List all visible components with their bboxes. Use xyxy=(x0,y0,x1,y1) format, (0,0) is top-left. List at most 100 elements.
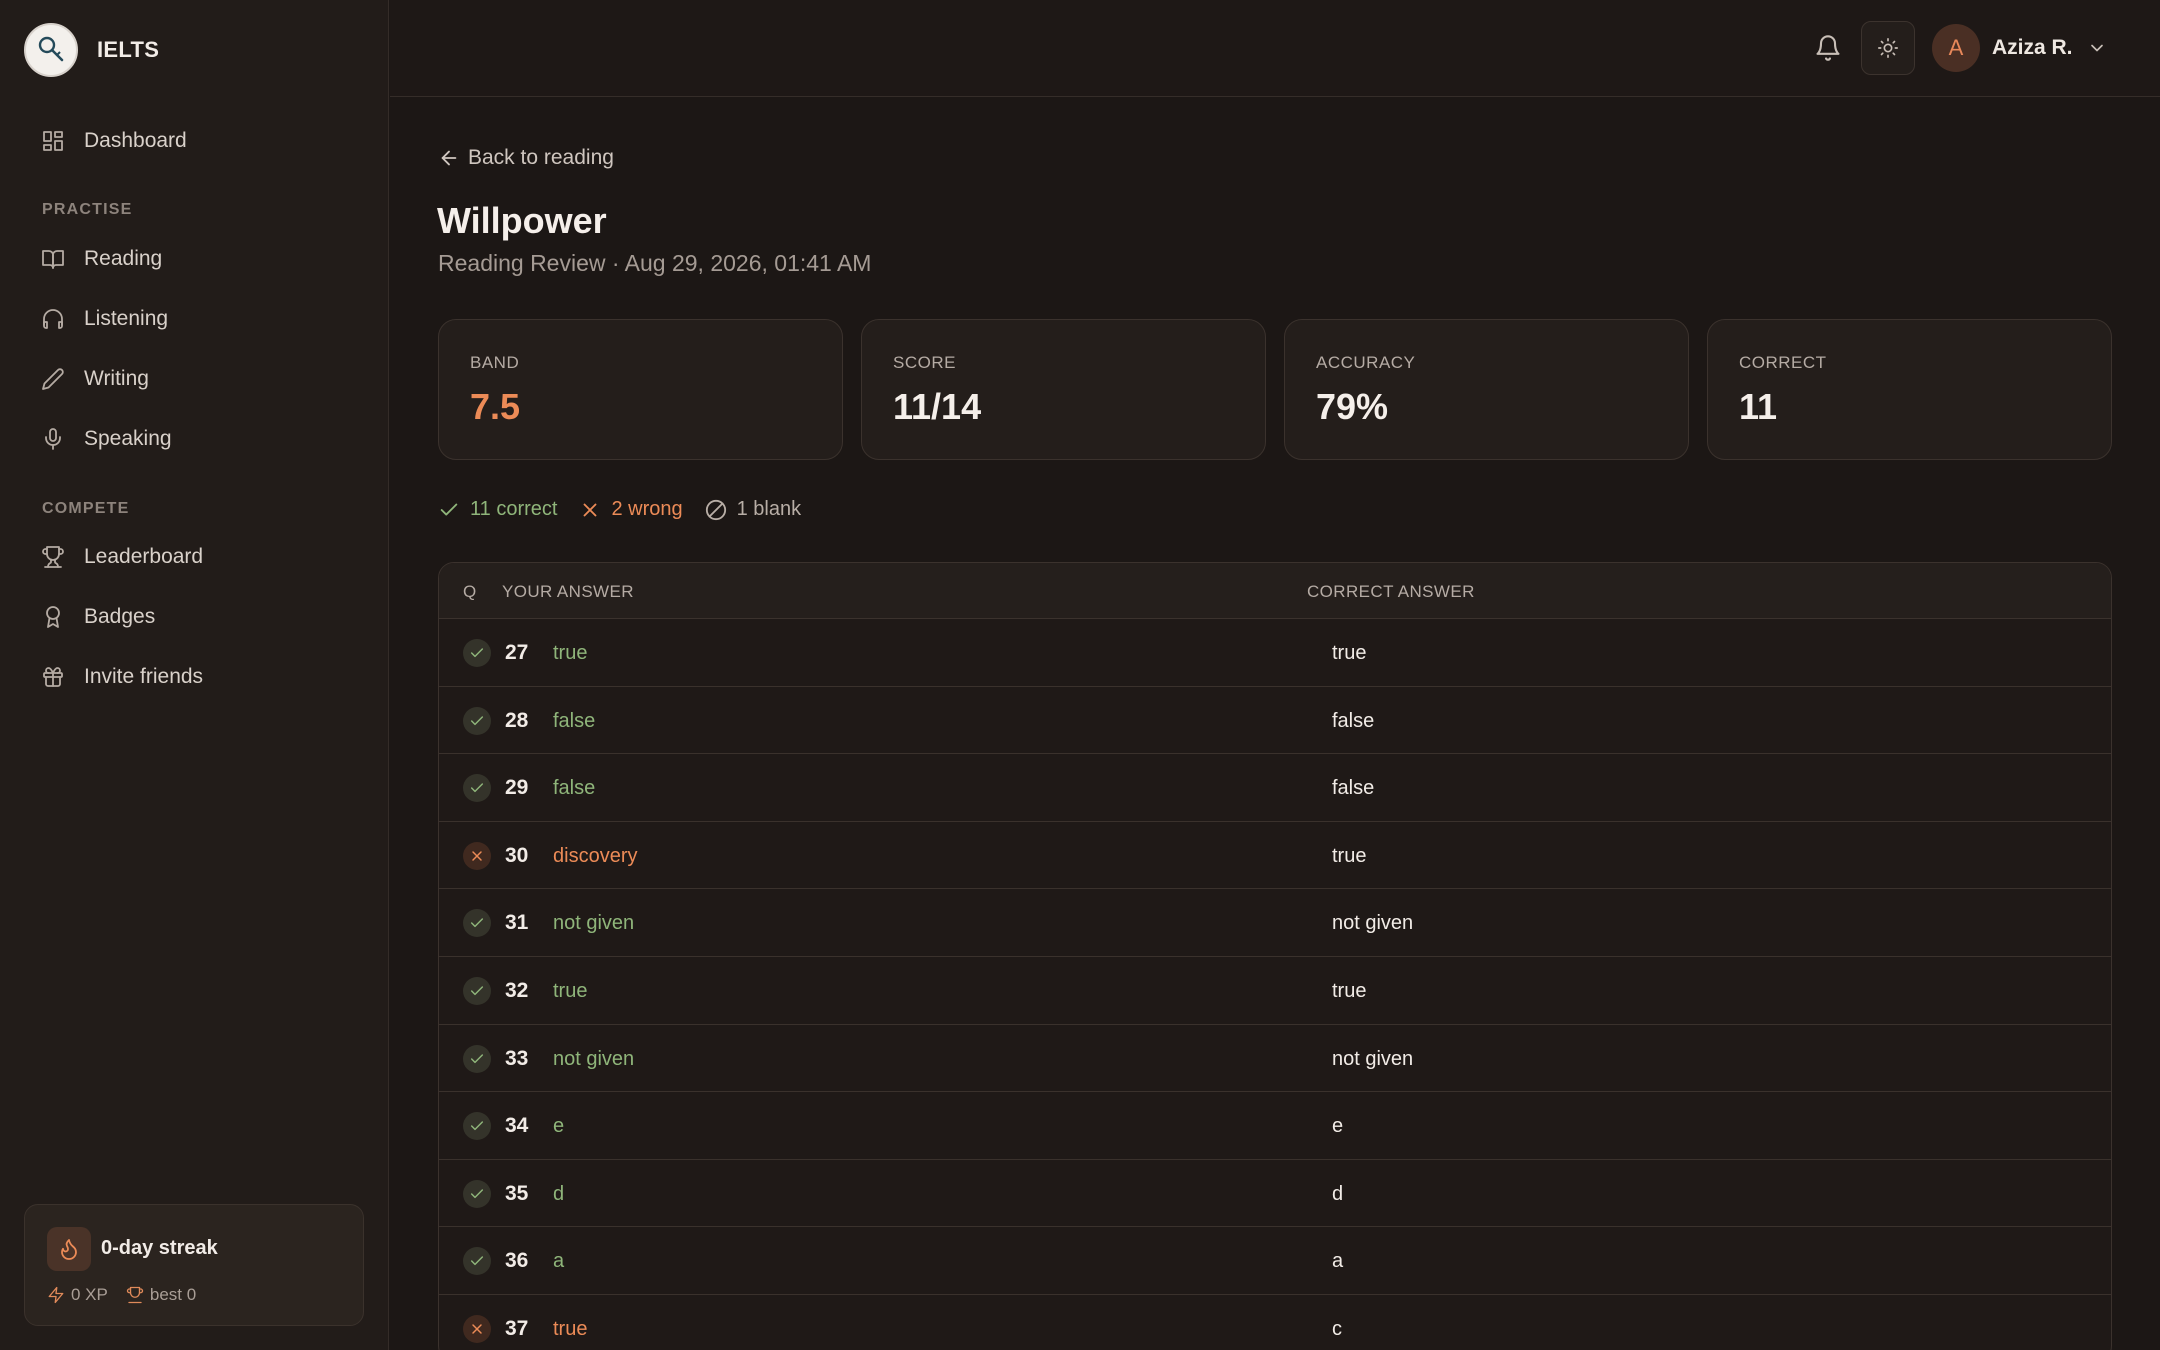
check-icon xyxy=(463,639,491,667)
sidebar-item-writing[interactable]: Writing xyxy=(40,359,149,399)
x-icon xyxy=(584,503,597,516)
streak-card: 0-day streak 0 XP best 0 xyxy=(24,1204,364,1326)
headphones-icon xyxy=(40,306,66,332)
xp-value: 0 XP xyxy=(71,1285,108,1304)
correct-card: CORRECT 11 xyxy=(1707,319,2112,460)
sidebar-item-label: Writing xyxy=(84,367,149,390)
best-stat: best 0 xyxy=(126,1285,196,1305)
question-number: 30 xyxy=(505,843,529,867)
streak-stats: 0 XP best 0 xyxy=(47,1285,214,1305)
award-icon xyxy=(40,604,66,630)
accuracy-label: ACCURACY xyxy=(1316,353,1416,372)
back-link-label: Back to reading xyxy=(468,146,614,169)
microphone-icon xyxy=(40,426,66,452)
table-row: 31 not given not given xyxy=(439,889,2111,957)
blank-count: 1 blank xyxy=(736,498,802,520)
sidebar: IELTS Dashboard PRACTISE Reading Listeni… xyxy=(0,0,389,1350)
trophy-icon xyxy=(126,1286,144,1304)
your-answer: a xyxy=(553,1250,565,1273)
best-value: best 0 xyxy=(149,1285,197,1304)
user-name: Aziza R. xyxy=(1992,36,2073,59)
accuracy-value: 79% xyxy=(1316,386,1389,427)
ban-icon xyxy=(705,499,726,520)
dashboard-icon xyxy=(40,128,66,154)
correct-value: 11 xyxy=(1739,386,1778,427)
x-icon xyxy=(463,841,491,870)
sidebar-item-label: Leaderboard xyxy=(84,545,204,568)
check-icon xyxy=(463,706,491,735)
notifications-bell-icon[interactable] xyxy=(1810,30,1846,66)
sidebar-item-label: Listening xyxy=(84,307,169,330)
check-icon xyxy=(463,1179,491,1208)
sidebar-item-dashboard[interactable]: Dashboard xyxy=(40,121,187,161)
sidebar-item-speaking[interactable]: Speaking xyxy=(40,419,172,459)
flame-icon xyxy=(47,1227,91,1271)
question-number: 28 xyxy=(505,708,529,732)
correct-answer: false xyxy=(1332,777,1375,800)
question-number: 36 xyxy=(505,1249,529,1273)
correct-answer: true xyxy=(1332,844,1367,867)
sidebar-item-reading[interactable]: Reading xyxy=(40,239,162,279)
brand[interactable]: IELTS xyxy=(24,23,159,77)
correct-answer: d xyxy=(1332,1182,1344,1205)
x-icon xyxy=(463,1314,491,1343)
table-row: 32 true true xyxy=(439,957,2111,1025)
correct-summary: 11 correct xyxy=(438,498,557,521)
brand-name: IELTS xyxy=(97,37,160,62)
table-row: 28 false false xyxy=(439,687,2111,755)
correct-answer: true xyxy=(1332,979,1367,1002)
band-value: 7.5 xyxy=(470,386,521,427)
column-header-q: Q xyxy=(463,582,477,601)
xp-stat: 0 XP xyxy=(47,1285,108,1305)
logo-icon xyxy=(24,23,78,77)
table-row: 34 e e xyxy=(439,1092,2111,1160)
correct-answer: a xyxy=(1332,1250,1344,1273)
sidebar-item-label: Speaking xyxy=(84,427,172,450)
trophy-icon xyxy=(40,544,66,570)
question-number: 33 xyxy=(505,1046,529,1070)
score-label: SCORE xyxy=(893,353,956,372)
sun-icon xyxy=(1878,38,1898,58)
correct-label: CORRECT xyxy=(1739,353,1827,372)
back-to-reading-link[interactable]: Back to reading xyxy=(438,146,614,170)
your-answer: e xyxy=(553,1115,565,1138)
chevron-down-icon xyxy=(2087,38,2107,58)
your-answer: true xyxy=(553,1317,588,1340)
sidebar-item-label: Invite friends xyxy=(84,665,204,688)
sidebar-item-label: Dashboard xyxy=(84,129,187,152)
score-card: SCORE 11/14 xyxy=(861,319,1266,460)
band-label: BAND xyxy=(470,353,520,372)
theme-toggle-button[interactable] xyxy=(1861,21,1915,75)
sidebar-item-label: Badges xyxy=(84,605,156,628)
sidebar-item-label: Reading xyxy=(84,247,163,270)
question-number: 31 xyxy=(505,911,529,935)
blank-summary: 1 blank xyxy=(705,498,802,521)
sidebar-item-listening[interactable]: Listening xyxy=(40,299,168,339)
page-subtitle: Reading Review · Aug 29, 2026, 01:41 AM xyxy=(438,250,872,276)
column-header-your-answer: YOUR ANSWER xyxy=(502,582,634,601)
your-answer: discovery xyxy=(553,844,638,867)
sidebar-item-badges[interactable]: Badges xyxy=(40,597,155,637)
check-icon xyxy=(440,503,458,515)
your-answer: not given xyxy=(553,1047,635,1070)
check-icon xyxy=(463,1044,491,1073)
answers-table: Q YOUR ANSWER CORRECT ANSWER 27 true true 2… xyxy=(438,562,2112,1350)
lightning-icon xyxy=(48,1286,64,1304)
question-number: 29 xyxy=(505,776,529,800)
your-answer: true xyxy=(553,642,588,664)
wrong-summary: 2 wrong xyxy=(579,498,683,521)
question-number: 32 xyxy=(505,978,529,1002)
check-icon xyxy=(463,1247,491,1276)
sidebar-item-invite-friends[interactable]: Invite friends xyxy=(40,657,203,697)
check-icon xyxy=(463,976,491,1005)
table-body: 27 true true 28 false false 29 false false 30 disc… xyxy=(439,619,2111,1350)
correct-answer: true xyxy=(1332,642,1367,664)
table-row: 27 true true xyxy=(439,619,2111,687)
score-value: 11/14 xyxy=(893,386,982,427)
correct-answer: not given xyxy=(1332,1047,1414,1070)
wrong-count: 2 wrong xyxy=(611,498,683,520)
sidebar-item-leaderboard[interactable]: Leaderboard xyxy=(40,537,203,577)
column-header-correct-answer: CORRECT ANSWER xyxy=(1307,582,1475,601)
result-summary: 11 correct 2 wrong 1 blank xyxy=(438,498,823,521)
user-menu[interactable]: A Aziza R. xyxy=(1932,24,2107,72)
